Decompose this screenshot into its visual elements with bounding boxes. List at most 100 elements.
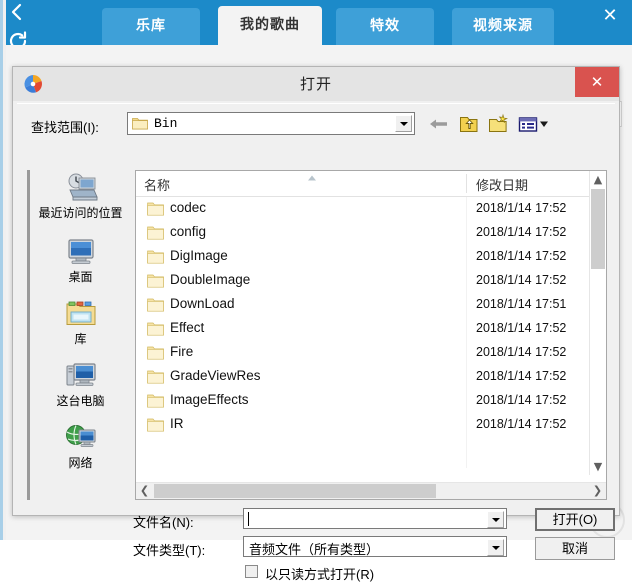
- back-arrow-icon[interactable]: [427, 113, 451, 135]
- look-in-value: Bin: [154, 116, 177, 131]
- table-row[interactable]: GradeViewRes 2018/1/14 17:52: [136, 365, 590, 389]
- file-name-label: 文件名(N):: [133, 512, 194, 531]
- scroll-up-icon[interactable]: ▲: [590, 171, 606, 188]
- folder-icon: [147, 321, 164, 336]
- tab-video-source[interactable]: 视频来源: [452, 8, 554, 45]
- up-folder-glyph: [457, 113, 481, 135]
- table-row[interactable]: Fire 2018/1/14 17:52: [136, 341, 590, 365]
- scroll-down-icon[interactable]: ▼: [590, 458, 606, 475]
- dialog-title-bar: 打开 ✕: [13, 67, 619, 101]
- file-type-combobox[interactable]: 音频文件（所有类型）: [243, 536, 507, 557]
- cancel-button[interactable]: 取消: [535, 537, 615, 560]
- place-label: 桌面: [33, 270, 128, 284]
- folder-icon: [147, 273, 164, 288]
- place-libraries[interactable]: 库: [33, 298, 128, 346]
- chevron-down-icon[interactable]: [487, 539, 504, 556]
- folder-icon: [147, 369, 164, 384]
- file-date: 2018/1/14 17:52: [476, 225, 566, 239]
- table-row[interactable]: codec 2018/1/14 17:52: [136, 197, 590, 221]
- file-name: ImageEffects: [170, 392, 249, 407]
- file-name: IR: [170, 416, 184, 431]
- table-row[interactable]: IR 2018/1/14 17:52: [136, 413, 590, 437]
- folder-icon: [147, 393, 164, 408]
- file-type-label: 文件类型(T):: [133, 540, 205, 559]
- views-icon[interactable]: [517, 113, 551, 135]
- file-name: DownLoad: [170, 296, 235, 311]
- arrow-left-icon: [6, 0, 30, 24]
- dialog-close-button[interactable]: ✕: [575, 67, 619, 97]
- app-tab-bar: 乐库 我的歌曲 特效 视频来源 ✕: [6, 0, 632, 45]
- desktop-icon: [64, 236, 98, 268]
- look-in-combobox[interactable]: Bin: [127, 112, 415, 135]
- new-folder-glyph: [487, 113, 511, 135]
- file-name: codec: [170, 200, 206, 215]
- table-row[interactable]: DownLoad 2018/1/14 17:51: [136, 293, 590, 317]
- place-recent-locations[interactable]: 最近访问的位置: [33, 172, 128, 220]
- open-button[interactable]: 打开(O): [535, 508, 615, 531]
- file-name: config: [170, 224, 206, 239]
- folder-icon: [147, 297, 164, 312]
- network-icon: [64, 422, 98, 454]
- scroll-left-icon[interactable]: ❮: [136, 483, 153, 499]
- tab-effects[interactable]: 特效: [336, 8, 434, 45]
- file-list-rows: codec 2018/1/14 17:52 config 2018/1/14 1…: [136, 197, 590, 468]
- look-in-label: 查找范围(I):: [31, 117, 99, 136]
- folder-icon: [147, 249, 164, 264]
- this-pc-icon: [64, 360, 98, 392]
- horizontal-scrollbar-thumb[interactable]: [154, 484, 436, 498]
- up-folder-icon[interactable]: [457, 113, 481, 135]
- views-glyph: [517, 113, 551, 135]
- table-row[interactable]: DigImage 2018/1/14 17:52: [136, 245, 590, 269]
- back-arrow-glyph: [427, 113, 451, 135]
- recent-places-icon: [64, 172, 98, 204]
- scroll-right-icon[interactable]: ❯: [589, 483, 606, 499]
- file-date: 2018/1/14 17:51: [476, 297, 566, 311]
- chevron-down-icon[interactable]: [395, 115, 412, 132]
- file-date: 2018/1/14 17:52: [476, 273, 566, 287]
- file-name: GradeViewRes: [170, 368, 261, 383]
- file-date: 2018/1/14 17:52: [476, 249, 566, 263]
- folder-icon: [147, 201, 164, 216]
- text-caret: [248, 512, 249, 526]
- open-file-dialog: 打开 ✕ 查找范围(I): Bin: [12, 66, 620, 516]
- places-bar: 最近访问的位置 桌面: [27, 170, 127, 500]
- read-only-checkbox[interactable]: [245, 565, 258, 578]
- tab-my-songs[interactable]: 我的歌曲: [218, 6, 322, 45]
- read-only-label: 以只读方式打开(R): [265, 564, 374, 583]
- table-row[interactable]: config 2018/1/14 17:52: [136, 221, 590, 245]
- file-name: DoubleImage: [170, 272, 250, 287]
- look-in-row: 查找范围(I): Bin: [17, 112, 615, 140]
- column-header-date[interactable]: 修改日期: [476, 175, 528, 194]
- libraries-icon: [64, 298, 98, 330]
- file-type-value: 音频文件（所有类型）: [249, 539, 379, 558]
- vertical-scrollbar[interactable]: ▲ ▼: [589, 171, 606, 475]
- app-close-button[interactable]: ✕: [597, 4, 623, 28]
- file-date: 2018/1/14 17:52: [476, 345, 566, 359]
- place-desktop[interactable]: 桌面: [33, 236, 128, 284]
- dialog-body: 查找范围(I): Bin: [17, 103, 615, 514]
- table-row[interactable]: ImageEffects 2018/1/14 17:52: [136, 389, 590, 413]
- chevron-down-icon[interactable]: [487, 511, 504, 528]
- file-name: Effect: [170, 320, 204, 335]
- file-name: Fire: [170, 344, 193, 359]
- file-date: 2018/1/14 17:52: [476, 393, 566, 407]
- place-this-pc[interactable]: 这台电脑: [33, 360, 128, 408]
- folder-icon: [147, 345, 164, 360]
- file-list[interactable]: 名称 修改日期 codec 2018/1/14 17:52: [135, 170, 607, 500]
- file-date: 2018/1/14 17:52: [476, 321, 566, 335]
- horizontal-scrollbar[interactable]: ❮ ❯: [136, 482, 606, 499]
- place-label: 这台电脑: [33, 394, 128, 408]
- place-label: 库: [33, 332, 128, 346]
- file-name-input[interactable]: [243, 508, 507, 529]
- column-header-name[interactable]: 名称: [144, 175, 170, 194]
- vertical-scrollbar-thumb[interactable]: [591, 189, 605, 269]
- tab-music-library[interactable]: 乐库: [102, 8, 200, 45]
- file-name: DigImage: [170, 248, 228, 263]
- new-folder-icon[interactable]: [487, 113, 511, 135]
- file-date: 2018/1/14 17:52: [476, 369, 566, 383]
- file-date: 2018/1/14 17:52: [476, 201, 566, 215]
- table-row[interactable]: Effect 2018/1/14 17:52: [136, 317, 590, 341]
- file-list-header: 名称 修改日期: [136, 171, 590, 197]
- table-row[interactable]: DoubleImage 2018/1/14 17:52: [136, 269, 590, 293]
- place-network[interactable]: 网络: [33, 422, 128, 470]
